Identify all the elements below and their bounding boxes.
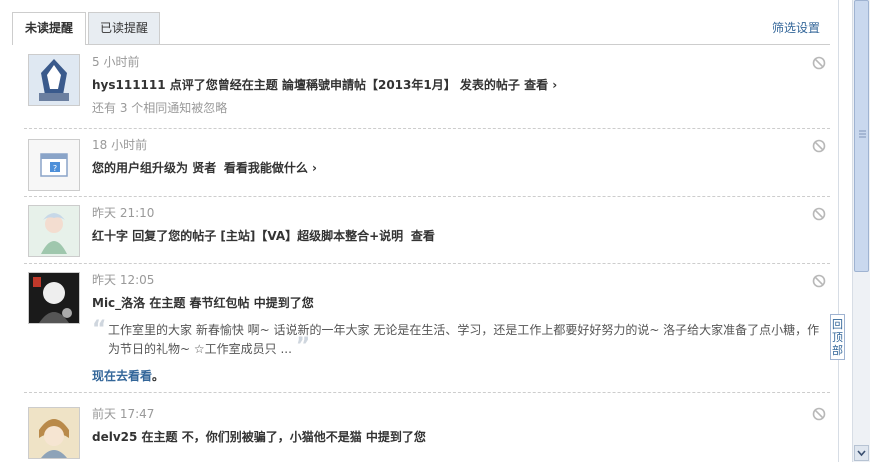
user-link[interactable]: hys111111 [92,78,166,92]
list-item: 昨天 12:05 Mic_洛洛 在主题 春节红包帖 中提到了您 “ 工作室里的大… [24,264,830,393]
user-link[interactable]: Mic_洛洛 [92,296,145,310]
avatar[interactable] [28,272,80,324]
filter-settings-link[interactable]: 筛选设置 [772,19,820,36]
go-now-link[interactable]: 现在去看看 [92,369,152,383]
user-link[interactable]: 红十字 [92,229,128,243]
notification-text: 您的用户组升级为 [92,161,193,175]
see-what-can-do-link[interactable]: 看看我能做什么 › [224,161,317,175]
quote-open-icon: “ [92,317,107,342]
list-item: 5 小时前 hys111111 点评了您曾经在主题 論壇稱號申請帖【2013年1… [24,46,830,129]
notification-time: 18 小时前 [92,138,148,152]
notification-text: 在主题 [145,296,190,310]
notification-time: 昨天 21:10 [92,206,155,220]
svg-text:?: ? [53,164,57,173]
list-item: ? 18 小时前 您的用户组升级为 贤者 看看我能做什么 › [24,129,830,197]
chevron-down-icon [857,450,866,457]
tab-bar: 未读提醒 已读提醒 筛选设置 [12,12,830,45]
notification-time: 昨天 12:05 [92,273,155,287]
back-to-top-button[interactable]: 回顶部 [830,314,845,360]
notification-time: 5 小时前 [92,55,140,69]
grip-icon [859,130,866,138]
avatar[interactable] [28,54,80,106]
ignore-icon[interactable] [812,139,826,153]
ignore-icon[interactable] [812,207,826,221]
notification-text: 中提到了您 [361,430,426,444]
usergroup-link[interactable]: 贤者 [192,161,216,175]
quote-block: “ 工作室里的大家 新春愉快 啊~ 话说新的一年大家 无论是在生活、学习，还是工… [92,317,826,359]
ignore-icon[interactable] [812,56,826,70]
notification-time: 前天 17:47 [92,407,155,421]
scroll-down-button[interactable] [854,445,869,461]
list-item: 前天 17:47 delv25 在主题 不，你们别被骗了，小猫他不是猫 中提到了… [24,393,830,473]
view-link[interactable]: 查看 › [524,78,557,92]
topic-link[interactable]: 不，你们别被骗了，小猫他不是猫 [182,430,362,444]
notification-text: 在主题 [137,430,182,444]
ignored-note: 还有 3 个相同通知被忽略 [92,101,228,115]
avatar[interactable] [28,205,80,257]
avatar-image [29,55,79,105]
view-link[interactable]: 查看 [411,229,435,243]
list-item: 昨天 21:10 红十字 回复了您的帖子 [主站]【VA】超级脚本整合+说明 查… [24,197,830,264]
avatar-image [29,408,79,458]
content-border [838,0,839,462]
quote-text: 工作室里的大家 新春愉快 啊~ 话说新的一年大家 无论是在生活、学习，还是工作上… [108,323,820,356]
avatar-image [29,206,79,256]
topic-link[interactable]: [主站]【VA】超级脚本整合+说明 [220,229,403,243]
ignore-icon[interactable] [812,274,826,288]
tab-read[interactable]: 已读提醒 [88,12,160,44]
scrollbar[interactable] [852,0,870,462]
user-group-upgrade-icon: ? [29,140,79,190]
avatar: ? [28,139,80,191]
notification-text: 点评了您曾经在主题 [165,78,282,92]
quote-close-icon: ” [295,334,311,359]
notification-text: 中提到了您 [249,296,314,310]
notification-text: 发表的帖子 [455,78,525,92]
notification-text: 回复了您的帖子 [128,229,221,243]
tab-unread[interactable]: 未读提醒 [12,12,86,45]
scrollbar-thumb[interactable] [854,0,869,272]
go-dot: 。 [152,369,165,383]
user-link[interactable]: delv25 [92,430,137,444]
ignore-icon[interactable] [812,407,826,421]
avatar[interactable] [28,407,80,459]
topic-link[interactable]: 論壇稱號申請帖【2013年1月】 [282,78,456,92]
avatar-image [29,273,79,323]
topic-link[interactable]: 春节红包帖 [190,296,250,310]
